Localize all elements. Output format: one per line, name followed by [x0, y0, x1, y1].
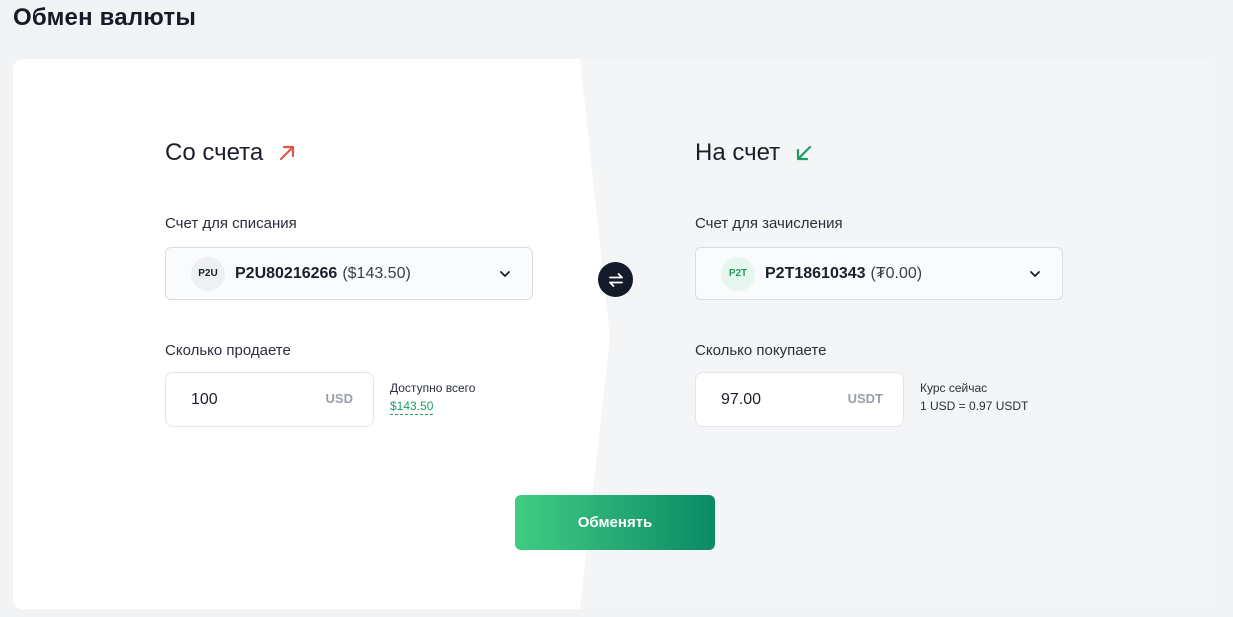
- arrow-down-left-icon: [797, 145, 812, 161]
- from-account-badge: P2U: [191, 256, 225, 291]
- chevron-down-icon[interactable]: [498, 267, 512, 281]
- arrow-up-right-icon: [280, 145, 295, 161]
- buy-amount-input[interactable]: [721, 390, 841, 409]
- chevron-down-icon[interactable]: [1028, 267, 1042, 281]
- sell-amount-label: Сколько продаете: [165, 342, 291, 359]
- from-account-balance: ($143.50): [342, 264, 411, 282]
- to-title-text: На счет: [695, 139, 781, 166]
- rate-info: Курс сейчас 1 USD = 0.97 USDT: [920, 381, 1028, 413]
- to-account-label: Счет для зачисления: [695, 215, 843, 232]
- available-info: Доступно всего $143.50: [390, 381, 476, 415]
- page-title: Обмен валюты: [13, 4, 197, 31]
- buy-amount-label: Сколько покупаете: [695, 342, 827, 359]
- rate-label: Курс сейчас: [920, 381, 988, 395]
- to-account-badge: P2T: [721, 256, 755, 291]
- from-title-text: Со счета: [165, 139, 264, 166]
- to-account-number: P2T18610343: [765, 264, 866, 282]
- available-amount-link[interactable]: $143.50: [390, 399, 434, 415]
- to-account-balance: (₮0.00): [870, 264, 923, 282]
- to-title: На счет: [695, 139, 814, 167]
- from-account-select[interactable]: P2U P2U80216266 ($143.50): [165, 247, 533, 300]
- to-account-select[interactable]: P2T P2T18610343 (₮0.00): [695, 247, 1063, 300]
- from-account-number: P2U80216266: [235, 264, 338, 282]
- sell-amount-field[interactable]: USD: [165, 372, 374, 427]
- exchange-card: Со счета Счет для списания P2U P2U802162…: [13, 59, 1216, 609]
- swap-arrows-icon: [608, 272, 623, 287]
- sell-amount-input[interactable]: [191, 390, 311, 409]
- buy-currency: USDT: [847, 391, 883, 406]
- swap-button[interactable]: [598, 262, 633, 297]
- exchange-button[interactable]: Обменять: [515, 495, 715, 550]
- sell-currency: USD: [325, 391, 353, 406]
- from-title: Со счета: [165, 139, 297, 167]
- from-account-label: Счет для списания: [165, 215, 297, 232]
- rate-value: 1 USD = 0.97 USDT: [920, 399, 1029, 413]
- available-label: Доступно всего: [390, 381, 476, 395]
- buy-amount-field[interactable]: USDT: [695, 372, 904, 427]
